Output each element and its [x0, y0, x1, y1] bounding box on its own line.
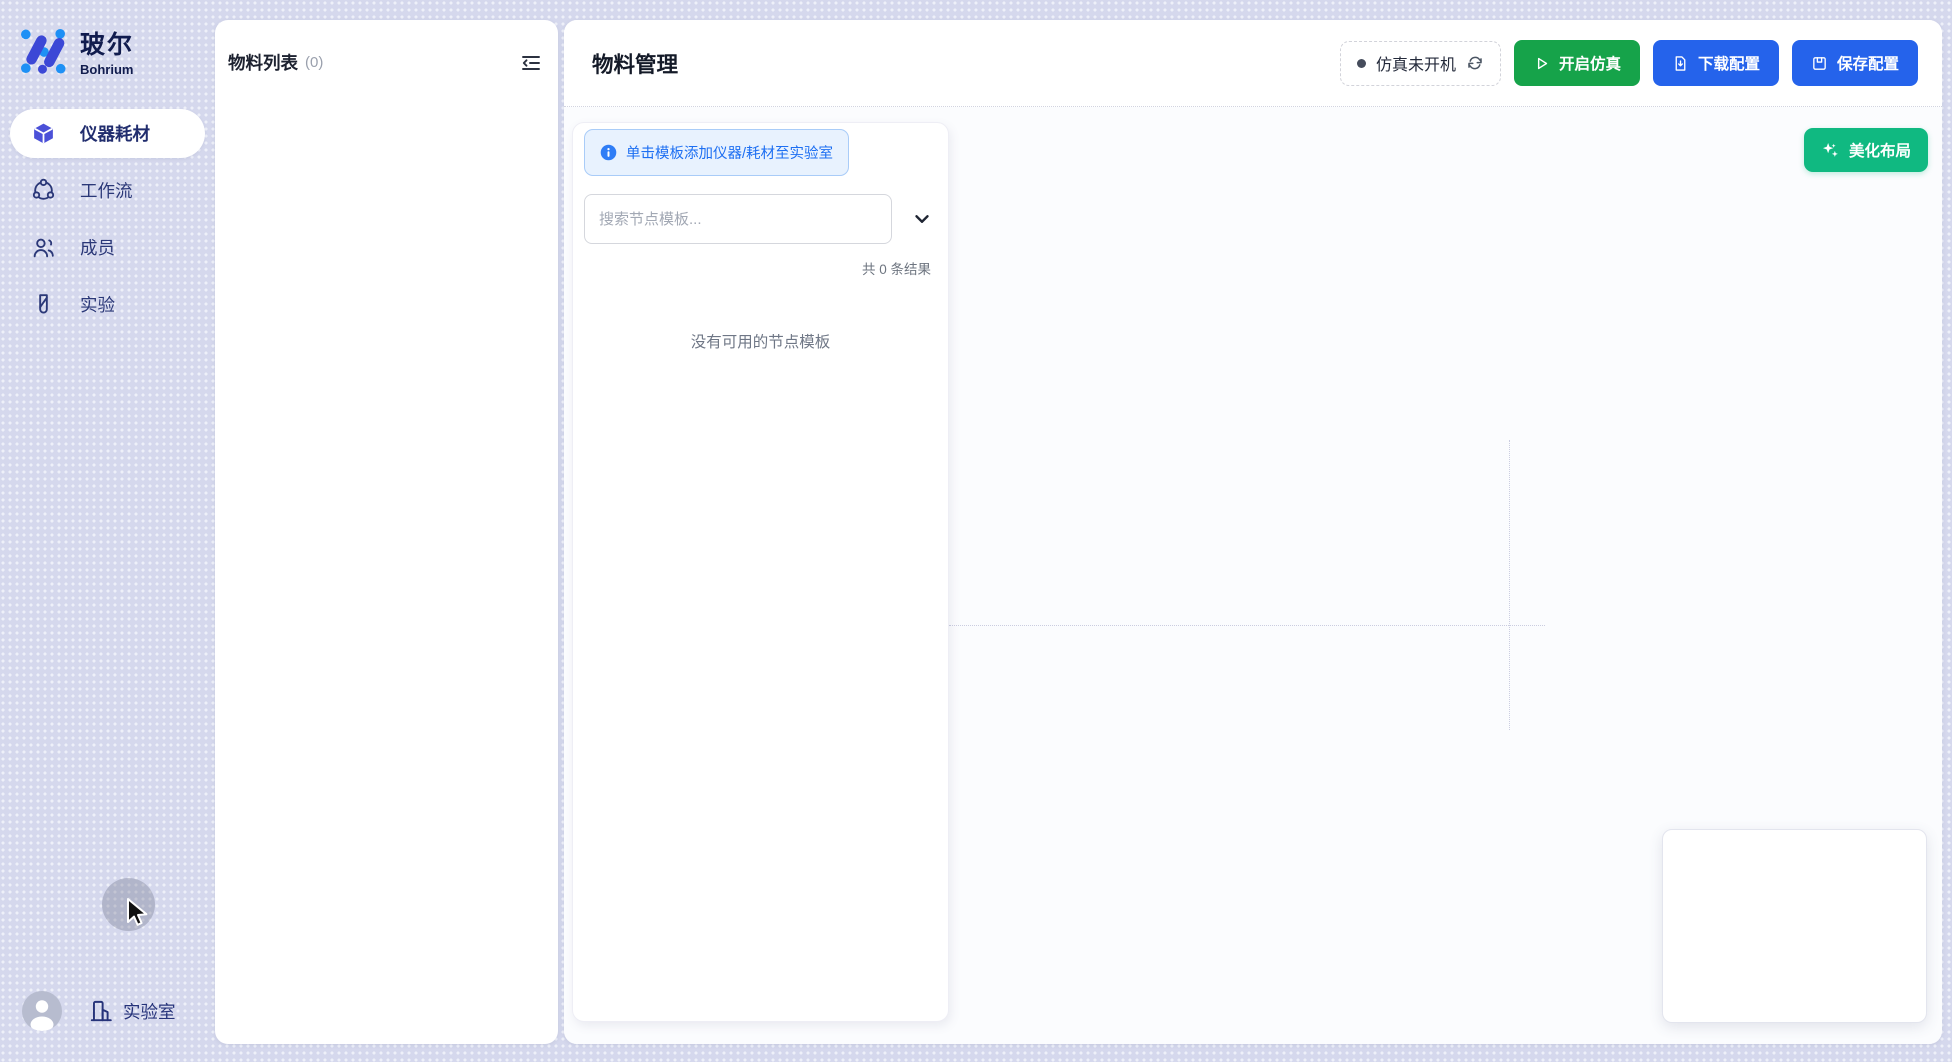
- save-icon: [1811, 55, 1828, 72]
- sidebar-menu: 仪器耗材 工作流: [0, 109, 215, 329]
- material-management-panel: 物料管理 仿真未开机: [564, 20, 1942, 1044]
- brand-name-en: Bohrium: [80, 62, 134, 77]
- sidebar-item-experiments[interactable]: 实验: [10, 280, 205, 329]
- material-list-header: 物料列表 (0): [215, 20, 558, 75]
- brand-text: 玻尔 Bohrium: [80, 25, 134, 77]
- sidebar-item-instruments[interactable]: 仪器耗材: [10, 109, 205, 158]
- canvas-guide-vertical: [1509, 440, 1510, 730]
- result-count: 共 0 条结果: [584, 258, 937, 278]
- template-search-row: [584, 194, 937, 244]
- avatar[interactable]: [22, 991, 62, 1031]
- members-icon: [31, 235, 56, 260]
- canvas[interactable]: 单击模板添加仪器/耗材至实验室 共 0 条结果 没有可用的节点模板: [564, 107, 1942, 1044]
- building-icon: [88, 998, 114, 1024]
- cube-icon: [31, 121, 56, 146]
- brand-logo[interactable]: 玻尔 Bohrium: [0, 25, 215, 77]
- canvas-guide-horizontal: [949, 625, 1545, 626]
- beautify-layout-button[interactable]: 美化布局: [1804, 128, 1928, 172]
- minimap[interactable]: [1662, 829, 1927, 1023]
- play-icon: [1533, 55, 1550, 72]
- lab-selector[interactable]: 实验室: [88, 998, 176, 1024]
- button-label: 下载配置: [1698, 52, 1760, 74]
- material-list-title: 物料列表: [228, 50, 298, 75]
- info-banner-text: 单击模板添加仪器/耗材至实验室: [626, 142, 833, 163]
- main-header: 物料管理 仿真未开机: [564, 20, 1942, 107]
- page-title: 物料管理: [592, 48, 678, 79]
- sidebar-item-label: 仪器耗材: [80, 121, 150, 146]
- template-panel: 单击模板添加仪器/耗材至实验室 共 0 条结果 没有可用的节点模板: [572, 122, 949, 1022]
- bohrium-logo-icon: [18, 26, 68, 76]
- workflow-icon: [31, 178, 56, 203]
- button-label: 美化布局: [1849, 139, 1911, 161]
- simulation-status-chip[interactable]: 仿真未开机: [1340, 41, 1501, 86]
- button-label: 开启仿真: [1559, 52, 1621, 74]
- collapse-panel-icon[interactable]: [519, 51, 543, 75]
- status-label: 仿真未开机: [1376, 51, 1456, 75]
- refresh-icon[interactable]: [1466, 54, 1484, 72]
- info-banner: 单击模板添加仪器/耗材至实验室: [584, 129, 849, 176]
- lab-label: 实验室: [123, 999, 176, 1024]
- sidebar-item-label: 成员: [80, 235, 115, 260]
- status-dot: [1357, 59, 1366, 68]
- mouse-cursor: [125, 897, 155, 931]
- save-config-button[interactable]: 保存配置: [1792, 40, 1918, 86]
- start-simulation-button[interactable]: 开启仿真: [1514, 40, 1640, 86]
- sidebar-bottom: 实验室: [0, 991, 215, 1053]
- sidebar-item-label: 实验: [80, 292, 115, 317]
- brand-name-zh: 玻尔: [80, 25, 134, 61]
- empty-state-text: 没有可用的节点模板: [584, 330, 937, 352]
- sidebar-item-label: 工作流: [80, 178, 133, 203]
- material-list-count: (0): [305, 54, 323, 71]
- chevron-down-icon[interactable]: [911, 208, 933, 230]
- template-search-input[interactable]: [584, 194, 892, 244]
- download-icon: [1672, 55, 1689, 72]
- experiment-icon: [31, 292, 56, 317]
- sparkles-icon: [1821, 141, 1840, 160]
- app-root: 玻尔 Bohrium 仪器耗材: [0, 0, 1952, 1062]
- header-actions: 仿真未开机 开启仿真: [1340, 40, 1918, 86]
- download-config-button[interactable]: 下载配置: [1653, 40, 1779, 86]
- button-label: 保存配置: [1837, 52, 1899, 74]
- sidebar-item-workflow[interactable]: 工作流: [10, 166, 205, 215]
- material-list-panel: 物料列表 (0): [215, 20, 558, 1044]
- info-icon: [600, 144, 617, 161]
- sidebar-item-members[interactable]: 成员: [10, 223, 205, 272]
